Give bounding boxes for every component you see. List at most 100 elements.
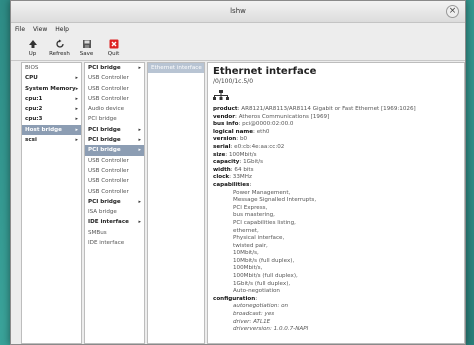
property-key: size [213,151,226,158]
expand-arrow-icon: ▸ [138,147,141,154]
expand-arrow-icon: ▸ [138,137,141,144]
tree-col2-item[interactable]: PCI bridge ▸ [85,197,144,207]
up-button[interactable]: Up [19,35,46,60]
tree-col1-item-label: CPU [25,75,38,82]
capability-item: twisted pair, [233,242,268,249]
tree-col2-item[interactable]: USB Controller [85,176,144,186]
property-value: eth0 [256,128,270,135]
tree-col2-item[interactable]: PCI bridge ▸ [85,145,144,156]
lshw-window: lshw × File View Help Up Refresh Save Qu… [10,0,466,345]
expand-arrow-icon: ▸ [138,65,141,71]
device-tree-column-1: BIOS CPU ▸ System Memory ▸ cpu:1 ▸ cpu:2 ▸ cpu:3 ▸… [21,62,82,344]
up-label: Up [28,51,37,57]
tree-col2-item[interactable]: PCI bridge [85,114,144,124]
tree-col2-item-label: ISA bridge [88,209,117,216]
tree-col1-item[interactable]: System Memory ▸ [22,84,81,94]
configuration-heading: configuration: [213,295,258,302]
menu-file[interactable]: File [15,26,25,33]
tree-col1-item[interactable]: cpu:2 ▸ [22,104,81,114]
property-row: serial: e0:cb:4e:aa:cc:02 [213,143,285,150]
tree-col1-item-label: System Memory [25,85,76,92]
property-value: 33MHz [232,174,252,181]
save-button[interactable]: Save [73,35,100,60]
refresh-button[interactable]: Refresh [46,35,73,60]
tree-col1-item-label: cpu:1 [25,95,43,102]
configuration-list: autonegotiation: on broadcast: yes driver:… [213,303,459,333]
capability-item: 10Mbit/s (full duplex), [233,257,295,264]
tree-col3-item[interactable]: Ethernet interface [148,63,204,74]
device-tree-column-3: Ethernet interface [147,62,205,344]
tree-col2-item-label: USB Controller [88,95,129,102]
tree-col2-item[interactable]: USB Controller [85,94,144,104]
property-row: logical name: eth0 [213,128,270,135]
tree-col2-item[interactable]: PCI bridge ▸ [85,125,144,135]
tree-col2-item[interactable]: USB Controller [85,156,144,166]
tree-col1-item[interactable]: Host bridge ▸ [22,124,81,136]
property-value: b0 [239,136,248,143]
tree-col2-item[interactable]: IDE interface [85,238,144,248]
refresh-label: Refresh [49,51,70,57]
property-value: 100Mbit/s [228,151,257,158]
tree-col2-item[interactable]: USB Controller [85,187,144,197]
tree-col2-item-label: PCI bridge [88,65,121,71]
tree-col2-item-label: IDE interface [88,240,125,247]
up-arrow-icon [27,38,39,50]
toolbar: Up Refresh Save Quit [11,35,465,61]
expand-arrow-icon: ▸ [138,126,141,133]
property-key: capacity [213,159,240,166]
capability-item: ethernet, [233,227,259,234]
tree-col1-item[interactable]: cpu:1 ▸ [22,94,81,104]
property-key: serial [213,143,231,150]
close-icon[interactable]: × [446,5,459,18]
property-row: width: 64 bits [213,166,254,173]
capability-item: PCI capabilities listing, [233,219,296,226]
tree-col1-item[interactable]: scsi ▸ [22,135,81,145]
tree-col1-item-label: cpu:2 [25,106,43,113]
tree-col2-item-label: Audio device [88,106,125,113]
tree-col2-item[interactable]: ISA bridge [85,207,144,217]
tree-col2-item-label: USB Controller [88,157,129,164]
menu-view[interactable]: View [33,26,47,33]
property-row: product: AR8121/AR8113/AR8114 Gigabit or… [213,106,416,112]
tree-col2-item[interactable]: SMBus [85,228,144,238]
property-value: pci@0000:02:00.0 [242,121,294,128]
expand-arrow-icon: ▸ [138,219,141,226]
quit-button[interactable]: Quit [100,35,127,60]
property-row: vendor: Atheros Communications [1969] [213,113,330,120]
capability-item: PCI Express, [233,204,268,211]
tree-col2-item[interactable]: PCI bridge ▸ [85,63,144,73]
tree-col1-item[interactable]: BIOS [22,63,81,73]
tree-col2-item-label: IDE interface [88,219,129,226]
property-row: size: 100Mbit/s [213,151,257,158]
tree-col1-item[interactable]: CPU ▸ [22,73,81,83]
tree-col2-item-label: PCI bridge [88,198,121,205]
property-row: capacity: 1Gbit/s [213,159,264,166]
tree-col2-item[interactable]: IDE interface ▸ [85,217,144,227]
quit-icon [108,38,120,50]
device-panes: BIOS CPU ▸ System Memory ▸ cpu:1 ▸ cpu:2 ▸ cpu:3 ▸… [21,62,465,344]
tree-col2-item-label: USB Controller [88,178,129,185]
expand-arrow-icon: ▸ [75,137,78,144]
tree-col2-item[interactable]: USB Controller [85,166,144,176]
property-value: 64 bits [234,166,254,173]
property-key: version [213,136,237,143]
capabilities-list: Power Management, Message Signalled Inter… [213,190,459,296]
tree-col1-item-label: Host bridge [25,126,62,133]
quit-label: Quit [107,51,120,57]
tree-col1-item[interactable]: cpu:3 ▸ [22,114,81,124]
device-detail-panel: Ethernet interface /0/100/1c.5/0 product… [207,62,465,344]
device-tree-column-2: PCI bridge ▸ USB Controller USB Controller U… [84,62,145,344]
menu-help[interactable]: Help [55,26,69,33]
capability-item: 100Mbit/s (full duplex), [233,273,298,280]
tree-col3-item-label: Ethernet interface [151,65,202,71]
property-key: product [213,106,238,112]
property-value: e0:cb:4e:aa:cc:02 [234,143,285,150]
tree-col2-item[interactable]: USB Controller [85,73,144,83]
tree-col2-item[interactable]: PCI bridge ▸ [85,135,144,145]
title-bar[interactable]: lshw × [11,1,465,23]
expand-arrow-icon: ▸ [138,198,141,205]
capability-item: bus mastering, [233,212,275,219]
tree-col2-item[interactable]: USB Controller [85,84,144,94]
window-title: lshw [230,7,246,15]
tree-col2-item[interactable]: Audio device [85,104,144,114]
